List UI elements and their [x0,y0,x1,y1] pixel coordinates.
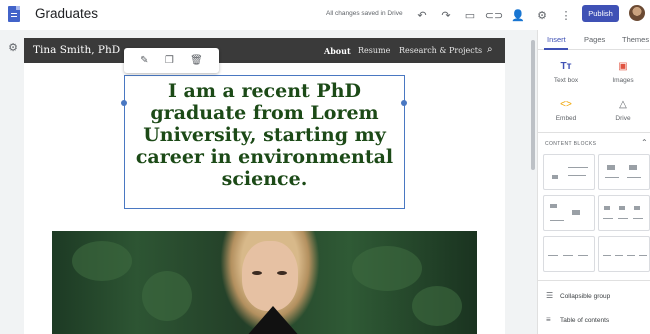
header-settings-icon[interactable]: ⚙ [7,42,19,54]
publish-button[interactable]: Publish [582,5,619,22]
panel-tabs: Insert Pages Themes [538,30,650,50]
chevron-up-icon[interactable]: ⌃ [641,138,648,147]
resize-handle-right[interactable] [401,100,407,106]
delete-icon[interactable]: 🗑 [190,55,203,66]
profile-photo[interactable] [52,231,477,334]
edit-pencil-icon[interactable]: ✎ [140,55,148,66]
image-icon: ▣ [618,61,628,72]
tab-insert[interactable]: Insert [547,35,566,44]
insert-text-box[interactable]: Tт Text box [543,61,589,84]
headline-text[interactable]: I am a recent PhD graduate from Lorem Un… [125,80,404,190]
insert-drive[interactable]: △ Drive [600,99,646,122]
google-sites-editor: Graduates All changes saved in Drive ↶ ↷… [0,0,650,334]
tab-pages[interactable]: Pages [584,35,605,44]
text-box-icon: Tт [560,61,572,72]
share-icon[interactable]: 👤 [511,8,525,22]
save-status: All changes saved in Drive [326,10,403,17]
duplicate-icon[interactable]: ❐ [165,55,174,66]
content-block-3[interactable] [543,195,595,231]
site-name[interactable]: Tina Smith, PhD [33,44,120,56]
insert-panel: Insert Pages Themes Tт Text box ▣ Images… [537,30,650,334]
insert-images[interactable]: ▣ Images [600,61,646,84]
element-edit-toolbar: ✎ ❐ 🗑 [124,48,219,73]
site-preview: Tina Smith, PhD About Resume Research & … [24,38,505,334]
collapsible-group-icon: ☰ [546,291,554,300]
more-icon[interactable]: ⋮ [559,8,573,22]
content-block-4[interactable] [598,195,650,231]
content-blocks-title: CONTENT BLOCKS [545,141,597,147]
top-toolbar: Graduates All changes saved in Drive ↶ ↷… [0,0,650,30]
link-icon[interactable]: ⊂⊃ [485,8,503,22]
settings-icon[interactable]: ⚙ [535,8,549,22]
content-block-6[interactable] [598,236,650,272]
nav-item-about[interactable]: About [324,46,351,56]
table-of-contents-icon: ≡ [546,315,551,324]
panel-divider [538,132,650,133]
insert-table-of-contents[interactable]: ≡ Table of contents [546,315,609,324]
resize-handle-left[interactable] [121,100,127,106]
site-search-icon[interactable]: ⌕ [487,44,499,56]
embed-icon: <> [560,99,572,110]
content-block-5[interactable] [543,236,595,272]
drive-icon: △ [619,99,627,110]
selected-text-box[interactable]: I am a recent PhD graduate from Lorem Un… [124,75,405,209]
preview-icon[interactable]: ▭ [463,8,477,22]
insert-embed[interactable]: <> Embed [543,99,589,122]
content-block-1[interactable] [543,154,595,190]
panel-divider-2 [538,280,650,281]
nav-item-research-projects[interactable]: Research & Projects [399,46,482,55]
tab-themes[interactable]: Themes [622,35,649,44]
active-tab-indicator [544,48,568,50]
site-title[interactable]: Graduates [35,6,98,21]
insert-collapsible-group[interactable]: ☰ Collapsible group [546,291,610,300]
site-navigation: Tina Smith, PhD About Resume Research & … [24,38,505,63]
canvas-scrollbar-thumb[interactable] [531,40,535,170]
undo-icon[interactable]: ↶ [415,8,429,22]
content-block-2[interactable] [598,154,650,190]
avatar[interactable] [629,5,645,21]
sites-logo-icon[interactable] [8,6,20,22]
redo-icon[interactable]: ↷ [439,8,453,22]
nav-item-resume[interactable]: Resume [358,46,390,55]
